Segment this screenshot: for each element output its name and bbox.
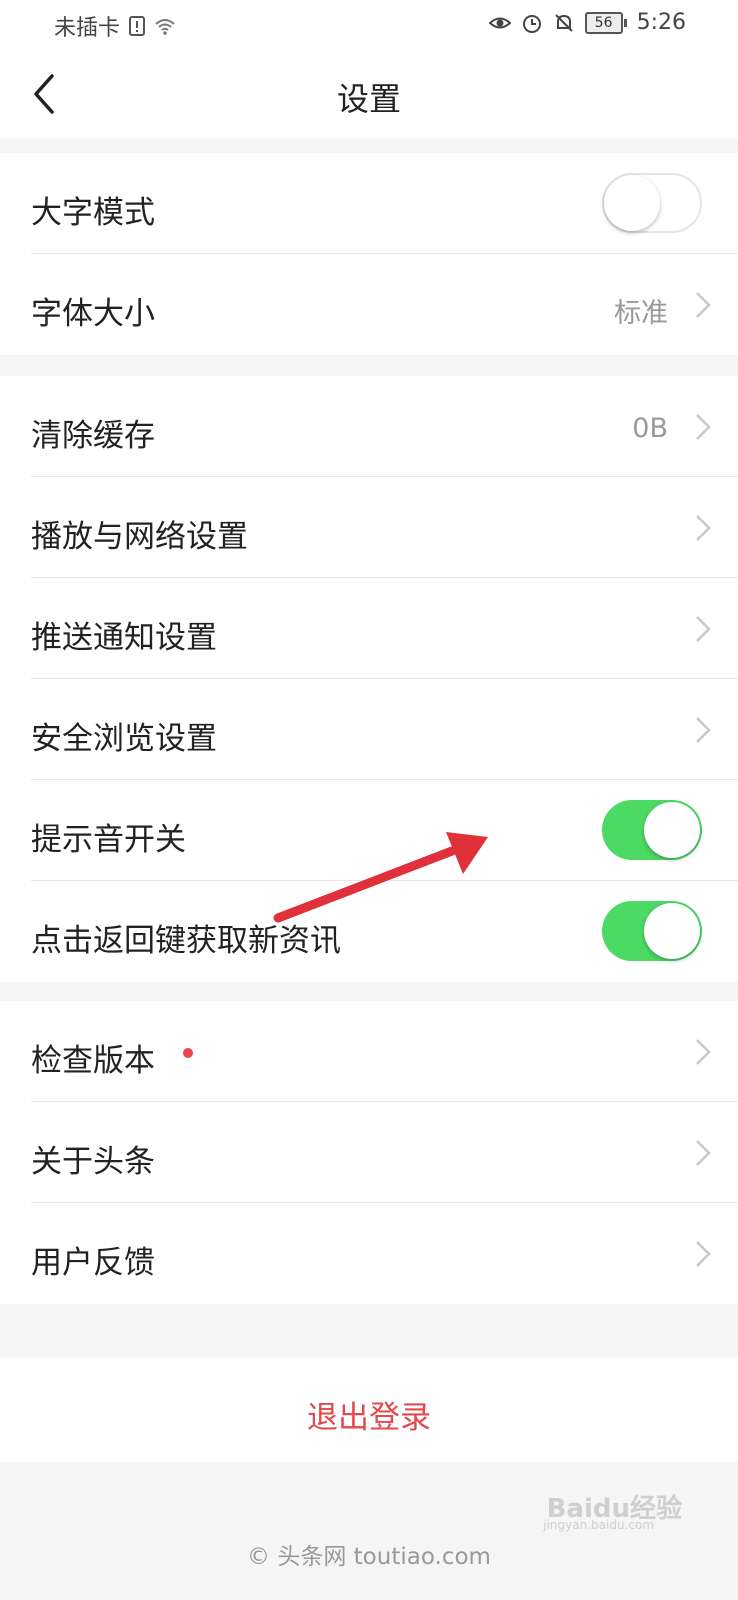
setting-value: 标准 — [614, 298, 668, 329]
back-refresh-toggle[interactable] — [602, 901, 702, 961]
setting-label: 用户反馈 — [31, 1245, 155, 1281]
nav-bar: 设置 — [0, 50, 738, 138]
battery-level: 56 — [584, 11, 623, 34]
status-right: 56 5:26 — [488, 10, 686, 35]
clock: 5:26 — [636, 10, 686, 35]
logout-label: 退出登录 — [307, 1400, 431, 1436]
settings-section-about: 检查版本 关于头条 用户反馈 — [0, 1001, 738, 1304]
setting-row-push-notifications[interactable]: 推送通知设置 — [0, 578, 738, 679]
eye-icon — [488, 17, 511, 28]
bell-off-icon — [554, 13, 573, 32]
chevron-right-icon — [696, 1241, 711, 1267]
status-bar: 未插卡 56 5:26 — [0, 0, 738, 50]
setting-label: 清除缓存 — [31, 418, 155, 454]
status-left: 未插卡 — [54, 10, 176, 42]
setting-row-safe-browsing[interactable]: 安全浏览设置 — [0, 679, 738, 780]
setting-label: 关于头条 — [31, 1144, 155, 1180]
setting-label: 提示音开关 — [31, 822, 186, 858]
large-text-toggle[interactable] — [602, 173, 702, 233]
setting-label: 点击返回键获取新资讯 — [31, 923, 341, 959]
sound-toggle[interactable] — [602, 800, 702, 860]
setting-row-back-refresh[interactable]: 点击返回键获取新资讯 — [0, 881, 738, 982]
setting-row-font-size[interactable]: 字体大小 标准 — [0, 254, 738, 355]
setting-row-large-text[interactable]: 大字模式 — [0, 153, 738, 254]
baidu-watermark-url: jingyan.baidu.com — [543, 1518, 654, 1532]
setting-label: 字体大小 — [31, 296, 155, 332]
settings-section-general: 清除缓存 0B 播放与网络设置 推送通知设置 安全浏览设置 提示音开关 点击返回… — [0, 376, 738, 982]
carrier-label: 未插卡 — [54, 16, 121, 41]
chevron-right-icon — [696, 1140, 711, 1166]
setting-row-playback-network[interactable]: 播放与网络设置 — [0, 477, 738, 578]
update-badge — [183, 1048, 193, 1058]
setting-label: 播放与网络设置 — [31, 519, 248, 555]
chevron-right-icon — [696, 717, 711, 743]
wifi-icon — [155, 19, 175, 35]
setting-row-feedback[interactable]: 用户反馈 — [0, 1203, 738, 1304]
setting-row-sound-switch[interactable]: 提示音开关 — [0, 780, 738, 881]
setting-row-about[interactable]: 关于头条 — [0, 1102, 738, 1203]
chevron-right-icon — [696, 414, 711, 440]
settings-section-display: 大字模式 字体大小 标准 — [0, 153, 738, 355]
setting-label: 大字模式 — [31, 195, 155, 231]
footer-copyright: © 头条网 toutiao.com — [247, 1544, 491, 1570]
setting-value: 0B — [632, 413, 668, 444]
setting-label: 检查版本 — [31, 1043, 155, 1079]
setting-label: 推送通知设置 — [31, 620, 217, 656]
logout-button[interactable]: 退出登录 — [0, 1358, 738, 1462]
battery-indicator: 56 — [584, 11, 627, 34]
sim-alert-icon — [129, 16, 146, 36]
page-title: 设置 — [336, 80, 401, 118]
setting-label: 安全浏览设置 — [31, 721, 217, 757]
chevron-right-icon — [696, 292, 711, 318]
chevron-right-icon — [696, 1039, 711, 1065]
alarm-icon — [522, 14, 541, 33]
setting-row-clear-cache[interactable]: 清除缓存 0B — [0, 376, 738, 477]
chevron-right-icon — [696, 616, 711, 642]
chevron-right-icon — [696, 515, 711, 541]
setting-row-check-version[interactable]: 检查版本 — [0, 1001, 738, 1102]
